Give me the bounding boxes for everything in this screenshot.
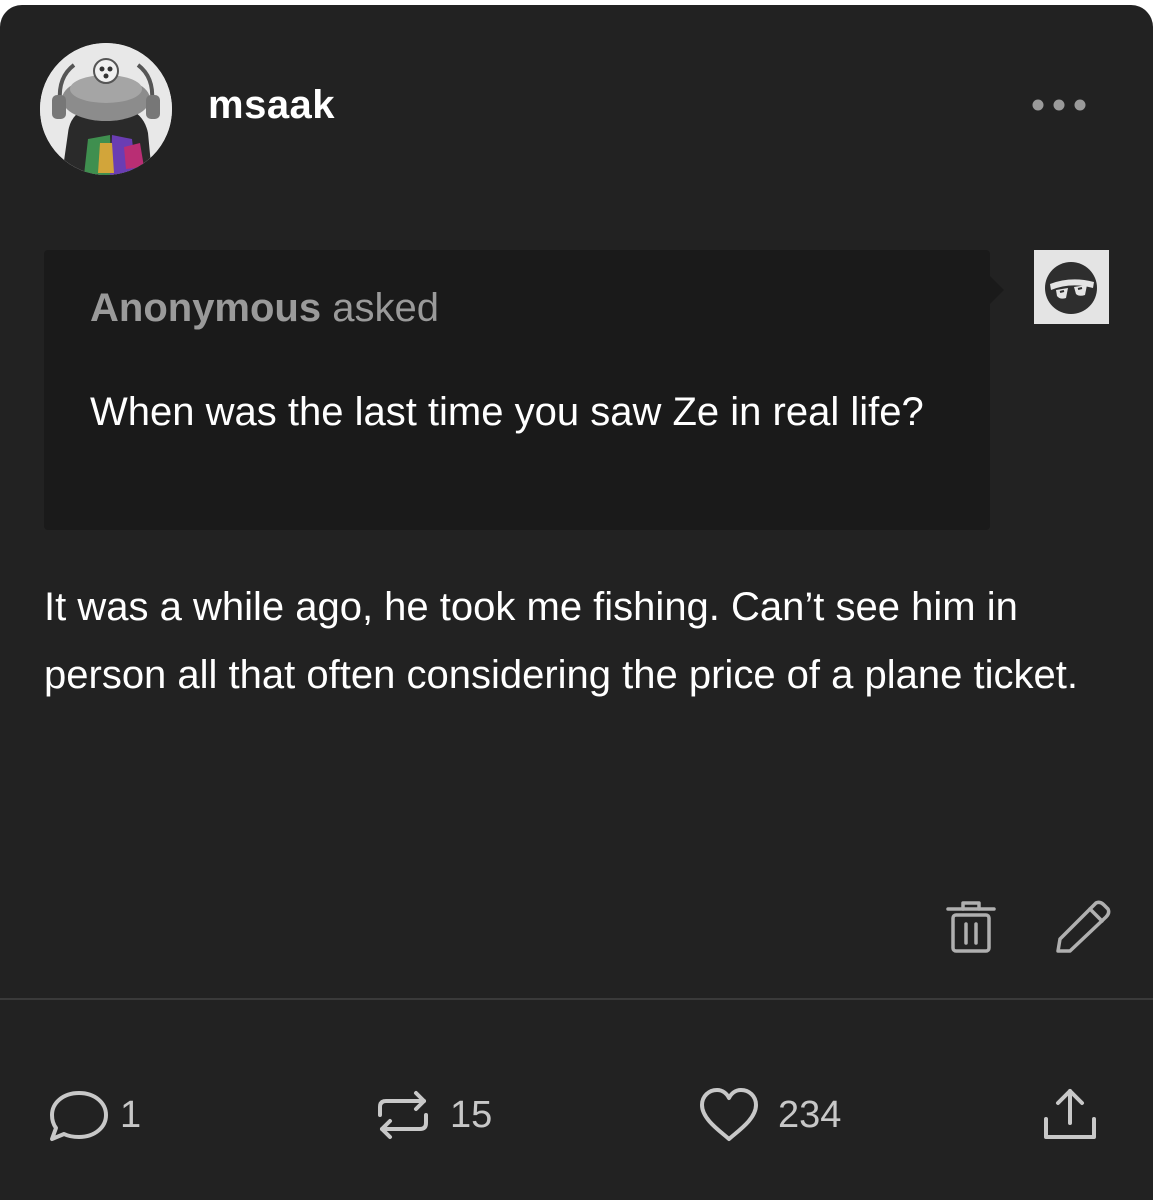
footer-divider — [0, 998, 1153, 1000]
answer-text: It was a while ago, he took me fishing. … — [44, 585, 1078, 697]
reply-button[interactable]: 1 — [46, 1085, 141, 1145]
more-horizontal-icon[interactable] — [1030, 95, 1088, 115]
reblog-icon — [378, 1091, 428, 1139]
anonymous-avatar-icon — [1034, 250, 1109, 324]
ask-box: Anonymous asked When was the last time y… — [44, 250, 1004, 530]
post-card: msaak Anonymous asked When was the last … — [0, 5, 1153, 1200]
pencil-icon[interactable] — [1052, 899, 1112, 955]
ask-header: Anonymous asked — [90, 286, 439, 331]
reblog-button[interactable]: 15 — [370, 1085, 492, 1145]
share-icon — [1044, 1089, 1096, 1139]
reply-count: 1 — [120, 1093, 142, 1136]
ask-question: When was the last time you saw Ze in rea… — [90, 390, 924, 434]
like-button[interactable]: 234 — [696, 1085, 841, 1145]
reblog-count: 15 — [450, 1093, 493, 1136]
share-button[interactable] — [1040, 1085, 1100, 1145]
ask-verb: asked — [332, 286, 439, 330]
speech-bubble-icon — [50, 1091, 108, 1141]
heart-icon — [700, 1088, 758, 1141]
post-username[interactable]: msaak — [208, 83, 335, 128]
trash-icon[interactable] — [944, 899, 998, 955]
user-avatar[interactable] — [40, 43, 172, 175]
like-count: 234 — [778, 1093, 842, 1136]
asker-name: Anonymous — [90, 286, 322, 330]
